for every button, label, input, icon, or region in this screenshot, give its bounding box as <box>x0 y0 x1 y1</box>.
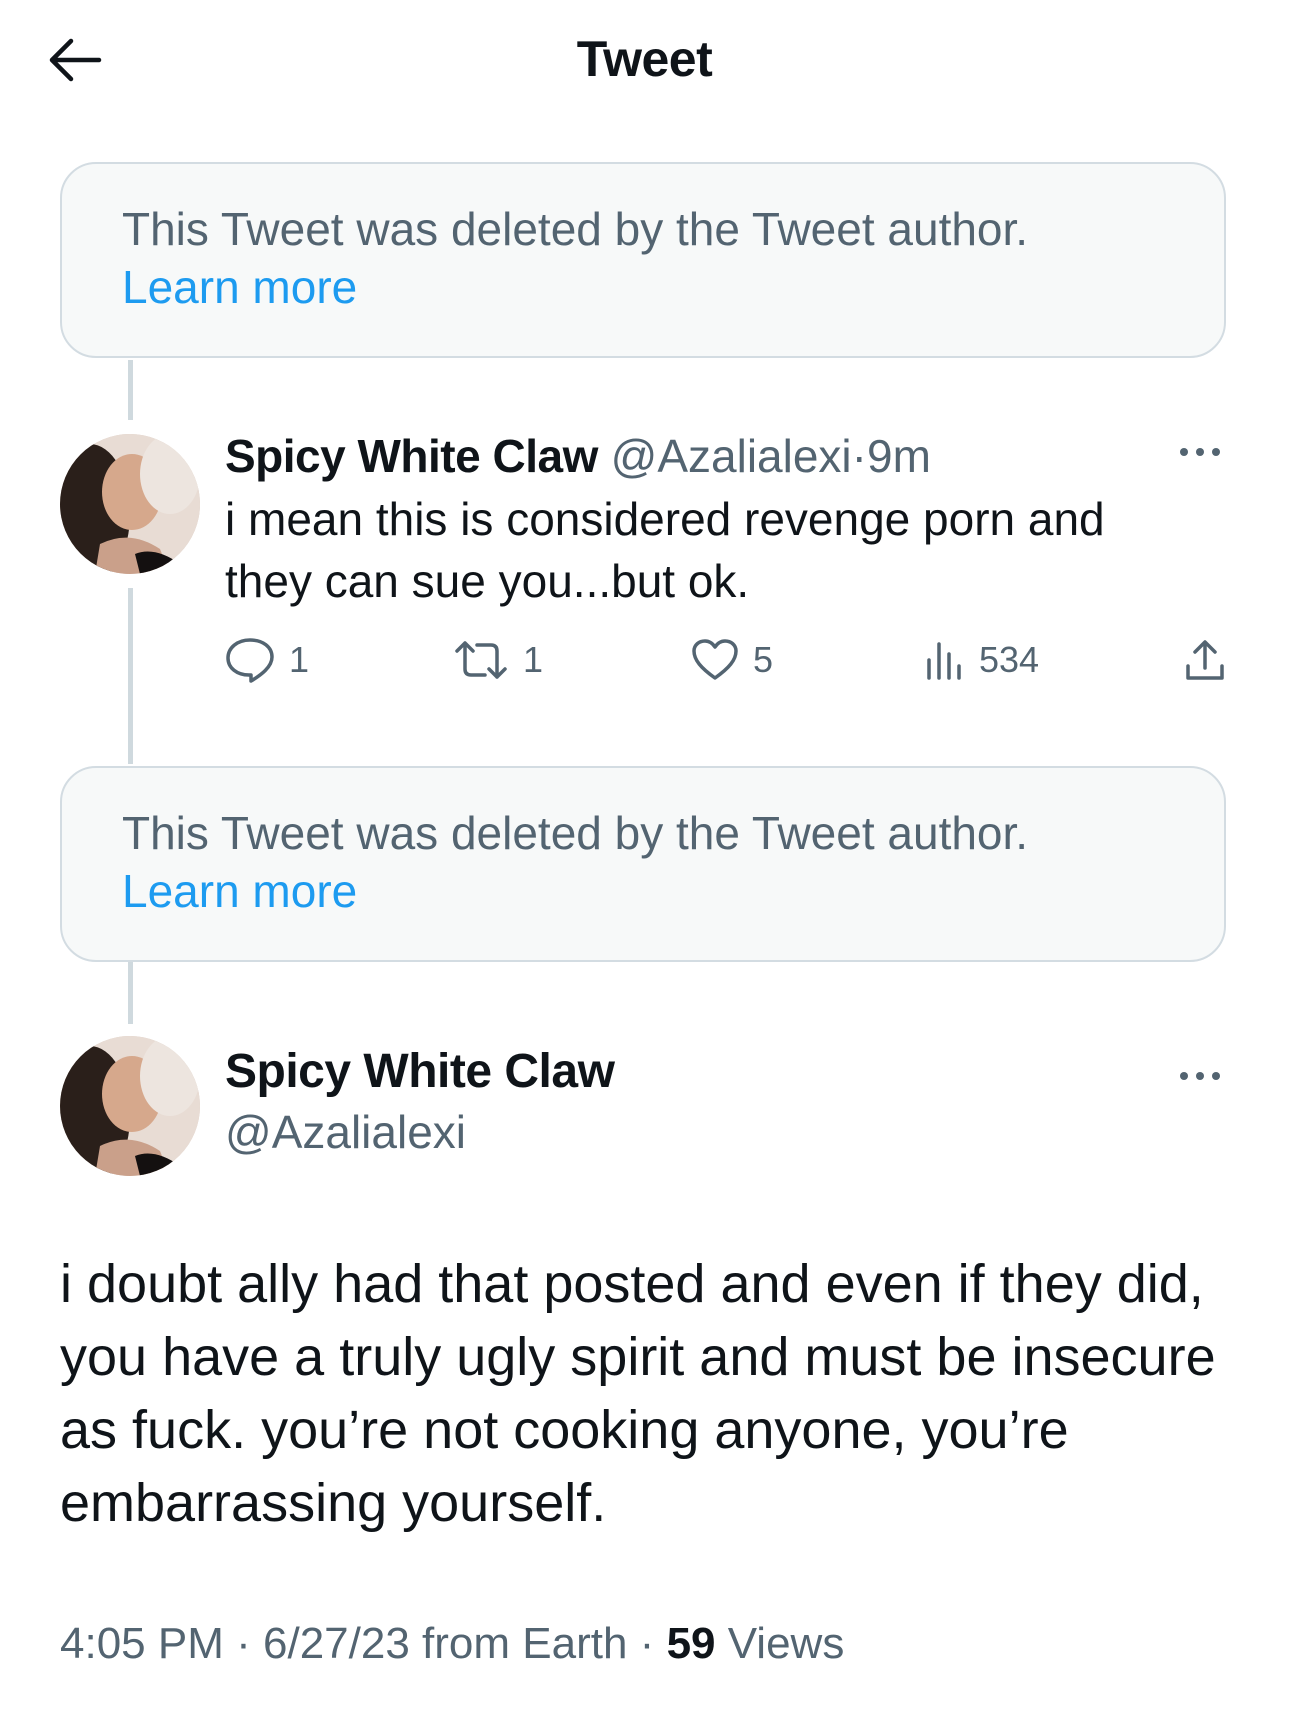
tweet-text: i doubt ally had that posted and even if… <box>60 1254 1216 1533</box>
avatar[interactable] <box>60 1036 200 1176</box>
share-button[interactable] <box>1183 632 1227 688</box>
tweet-date[interactable]: 6/27/23 <box>263 1619 410 1668</box>
heart-icon <box>692 639 738 680</box>
tweet-source: from Earth <box>422 1619 628 1668</box>
username[interactable]: @Azalialexi <box>611 430 852 482</box>
deleted-notice-text: This Tweet was deleted by the Tweet auth… <box>122 203 1029 255</box>
separator-dot: · <box>851 430 867 482</box>
more-options-button[interactable] <box>1170 1056 1230 1096</box>
learn-more-link[interactable]: Learn more <box>122 258 1164 316</box>
username[interactable]: @Azalialexi <box>225 1102 466 1162</box>
display-name[interactable]: Spicy White Claw <box>225 430 598 482</box>
reply-icon <box>226 638 274 683</box>
reply-button[interactable]: 1 <box>225 632 309 688</box>
retweet-button[interactable]: 1 <box>453 632 543 688</box>
separator-dot: · <box>639 1619 655 1668</box>
tweet-header: Spicy White Claw @Azalialexi·9m <box>225 428 931 484</box>
tweet-time[interactable]: 4:05 PM <box>60 1619 224 1668</box>
analytics-icon <box>927 642 961 680</box>
page-title: Tweet <box>576 31 713 87</box>
like-count: 5 <box>753 639 774 680</box>
avatar[interactable] <box>60 434 200 574</box>
views-label: Views <box>727 1619 845 1668</box>
thread-connector <box>128 962 133 1024</box>
display-name[interactable]: Spicy White Claw <box>225 1042 615 1102</box>
more-horizontal-icon <box>1180 448 1220 456</box>
deleted-tweet-notice: This Tweet was deleted by the Tweet auth… <box>60 162 1226 358</box>
top-bar: Tweet <box>0 0 1289 120</box>
learn-more-link[interactable]: Learn more <box>122 862 1164 920</box>
tweet-metadata: 4:05 PM · 6/27/23 from Earth · 59 Views <box>60 1616 844 1672</box>
separator-dot: · <box>236 1619 251 1668</box>
retweet-count: 1 <box>523 639 544 680</box>
more-horizontal-icon <box>1180 1072 1220 1080</box>
thread-connector <box>128 588 133 764</box>
share-icon <box>1186 640 1224 680</box>
timestamp[interactable]: 9m <box>867 430 931 482</box>
retweet-icon <box>455 641 507 679</box>
deleted-tweet-notice: This Tweet was deleted by the Tweet auth… <box>60 766 1226 962</box>
reply-count: 1 <box>289 639 310 680</box>
like-button[interactable]: 5 <box>691 632 773 688</box>
deleted-notice-text: This Tweet was deleted by the Tweet auth… <box>122 807 1029 859</box>
views-button[interactable]: 534 <box>925 632 1039 688</box>
more-options-button[interactable] <box>1170 432 1230 472</box>
views-count: 534 <box>979 639 1040 680</box>
tweet-actions: 1 1 5 534 <box>225 632 1235 688</box>
views-count: 59 <box>666 1619 716 1668</box>
tweet-text: i mean this is considered revenge porn a… <box>225 493 1105 607</box>
thread-connector <box>128 360 133 420</box>
